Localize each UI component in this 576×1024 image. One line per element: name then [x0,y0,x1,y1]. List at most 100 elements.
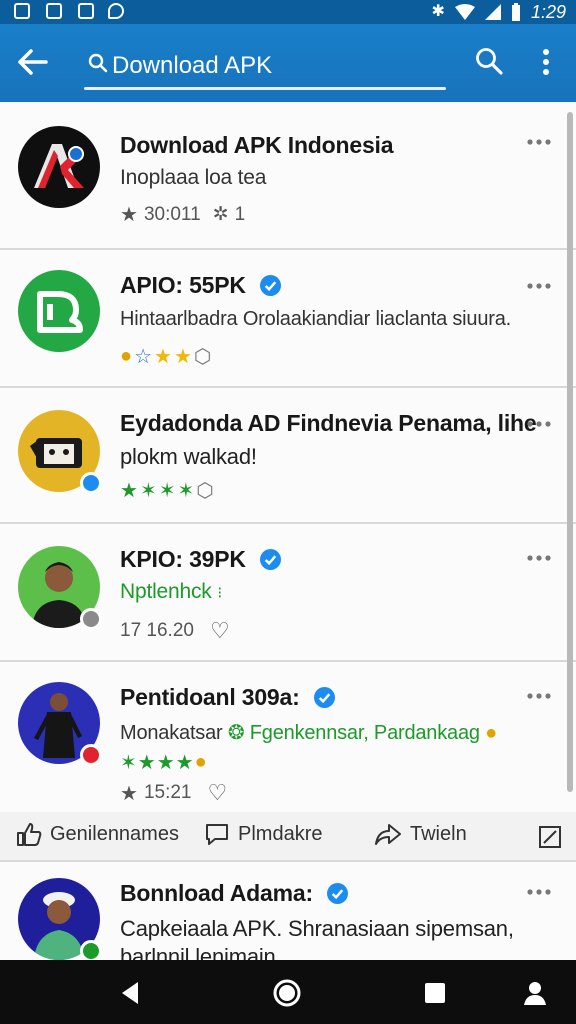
item-subtitle: Inoplaaa loa tea [120,166,267,189]
star-icon: ✶ [158,480,176,502]
message-notification-icon [108,3,124,19]
verified-badge-icon [327,883,349,904]
status-bar: ✱ 1:29 [0,0,576,24]
item-title: Bonnload Adama: [120,880,349,907]
apk-logo-icon [34,144,84,188]
avatar [18,878,102,962]
item-subtitle-text: Monakatsar [120,722,223,744]
overflow-menu-icon[interactable] [534,46,558,78]
bluetooth-icon: ✱ [431,3,445,20]
more-options-icon[interactable] [526,886,552,898]
play-badge-icon [80,608,102,630]
more-options-icon[interactable] [526,280,552,292]
item-title-text: KPIO: 39PK [120,546,246,572]
nav-back-icon[interactable] [116,978,146,1008]
avatar [18,682,102,766]
comment-label: Plmdakre [238,822,323,845]
item-title: KPIO: 39PK [120,546,282,573]
heart-badge-icon [80,744,102,766]
star-icon: ★ [120,480,138,502]
item-rating: ✶ ★ ★ ★ ● [120,750,207,775]
more-options-icon[interactable] [526,136,552,148]
hexagon-icon: ⬡ [196,480,214,502]
avatar [18,410,102,494]
search-input[interactable]: Download APK [84,44,446,90]
item-meta: 17 16.20 ♡ [120,618,230,644]
like-button[interactable]: Genilennames [16,822,179,846]
verified-badge-icon [313,687,335,708]
edit-icon[interactable] [538,825,562,849]
item-title: Eydadonda AD Findnevia Penama, lihe [120,410,537,437]
heart-icon[interactable]: ♡ [210,618,230,644]
comment-button[interactable]: Plmdakre [204,822,322,846]
share-button[interactable]: Twieln [374,822,467,846]
star-icon: ★ [120,204,138,226]
list-item[interactable]: Download APK Indonesia Inoplaaa loa tea … [0,102,576,250]
list-item[interactable]: Pentidoanl 309a: Monakatsar ❂ Fgenkennsa… [0,662,576,812]
avatar [18,270,100,352]
star-outline-icon: ☆ [134,346,153,368]
item-meta-value: 30:011 [143,203,201,225]
item-title: APIO: 55PK [120,272,282,299]
more-options-icon[interactable] [526,690,552,702]
item-meta-value: 17 16.20 [120,620,194,641]
list-item[interactable]: Bonnload Adama: Capkeiaala APK. Shranasi… [0,862,576,972]
more-options-icon[interactable] [526,418,552,430]
item-title: Pentidoanl 309a: [120,684,335,711]
emoji-icon: ● [120,345,133,367]
battery-icon [511,3,520,21]
item-meta-value: 15:21 [143,782,192,803]
leaf-icon: ❂ [227,722,245,744]
thumbs-up-icon [17,823,42,846]
heart-icon[interactable]: ♡ [207,780,227,806]
share-icon [375,824,401,845]
nav-home-icon[interactable] [272,978,302,1008]
back-arrow-icon[interactable] [16,46,52,78]
emoji-icon: ● [485,722,498,744]
item-title-text: Pentidoanl 309a: [120,684,300,710]
clock: 1:29 [530,1,566,22]
more-options-icon[interactable] [526,552,552,564]
item-title-text: APIO: 55PK [120,272,246,298]
item-title-text: Eydadonda AD Findnevia Penama, lihe [120,410,537,436]
system-nav-bar [0,960,576,1024]
list-item[interactable]: KPIO: 39PK Nptlenhck ⁝ 17 16.20 ♡ [0,524,576,662]
hexagon-icon: ⬡ [193,346,212,368]
info-icon: ⁝ [217,585,223,602]
item-subtitle: Hintaarlbadra Orolaakiandiar liaclanta s… [120,308,512,330]
list-item[interactable]: Eydadonda AD Findnevia Penama, lihe plok… [0,388,576,524]
star-icon: ★ [137,752,156,774]
verified-badge-icon [260,275,282,296]
item-rating: ★ ✶ ✶ ✶ ⬡ [120,478,214,503]
item-subtitle: Nptlenhck ⁝ [120,580,222,604]
search-underline [84,87,446,90]
app-notification-icon [46,3,62,19]
search-icon[interactable] [474,46,504,76]
nav-recents-icon[interactable] [420,978,450,1008]
scrollbar[interactable] [567,112,573,792]
check-badge-icon [80,940,102,962]
comment-icon [206,824,228,845]
nav-account-icon[interactable] [520,978,550,1008]
emoji-icon: ● [194,751,207,773]
star-icon: ★ [175,752,194,774]
list-item[interactable]: APIO: 55PK Hintaarlbadra Orolaakiandiar … [0,250,576,388]
app-bar: Download APK [0,24,576,102]
item-meta: ★ 15:21 ♡ [120,780,227,806]
star-icon: ★ [156,752,175,774]
search-query[interactable]: Download APK [112,52,272,80]
star-icon: ★ [120,782,138,805]
item-title: Download APK Indonesia [120,132,394,158]
signal-icon [484,4,501,20]
image-notification-icon [78,3,94,19]
result-list: Download APK Indonesia Inoplaaa loa tea … [0,102,576,972]
verified-badge-icon [80,472,102,494]
item-meta-extra: 1 [234,203,246,225]
avatar [18,126,100,208]
item-subtitle: Capkeiaala APK. Shranasiaan sipemsan, [120,916,514,941]
verified-badge-icon [260,549,282,570]
item-subtitle: plokm walkad! [120,444,257,469]
wifi-icon [454,4,475,20]
star-icon: ✶ [120,752,137,774]
star-icon: ★ [154,346,172,368]
